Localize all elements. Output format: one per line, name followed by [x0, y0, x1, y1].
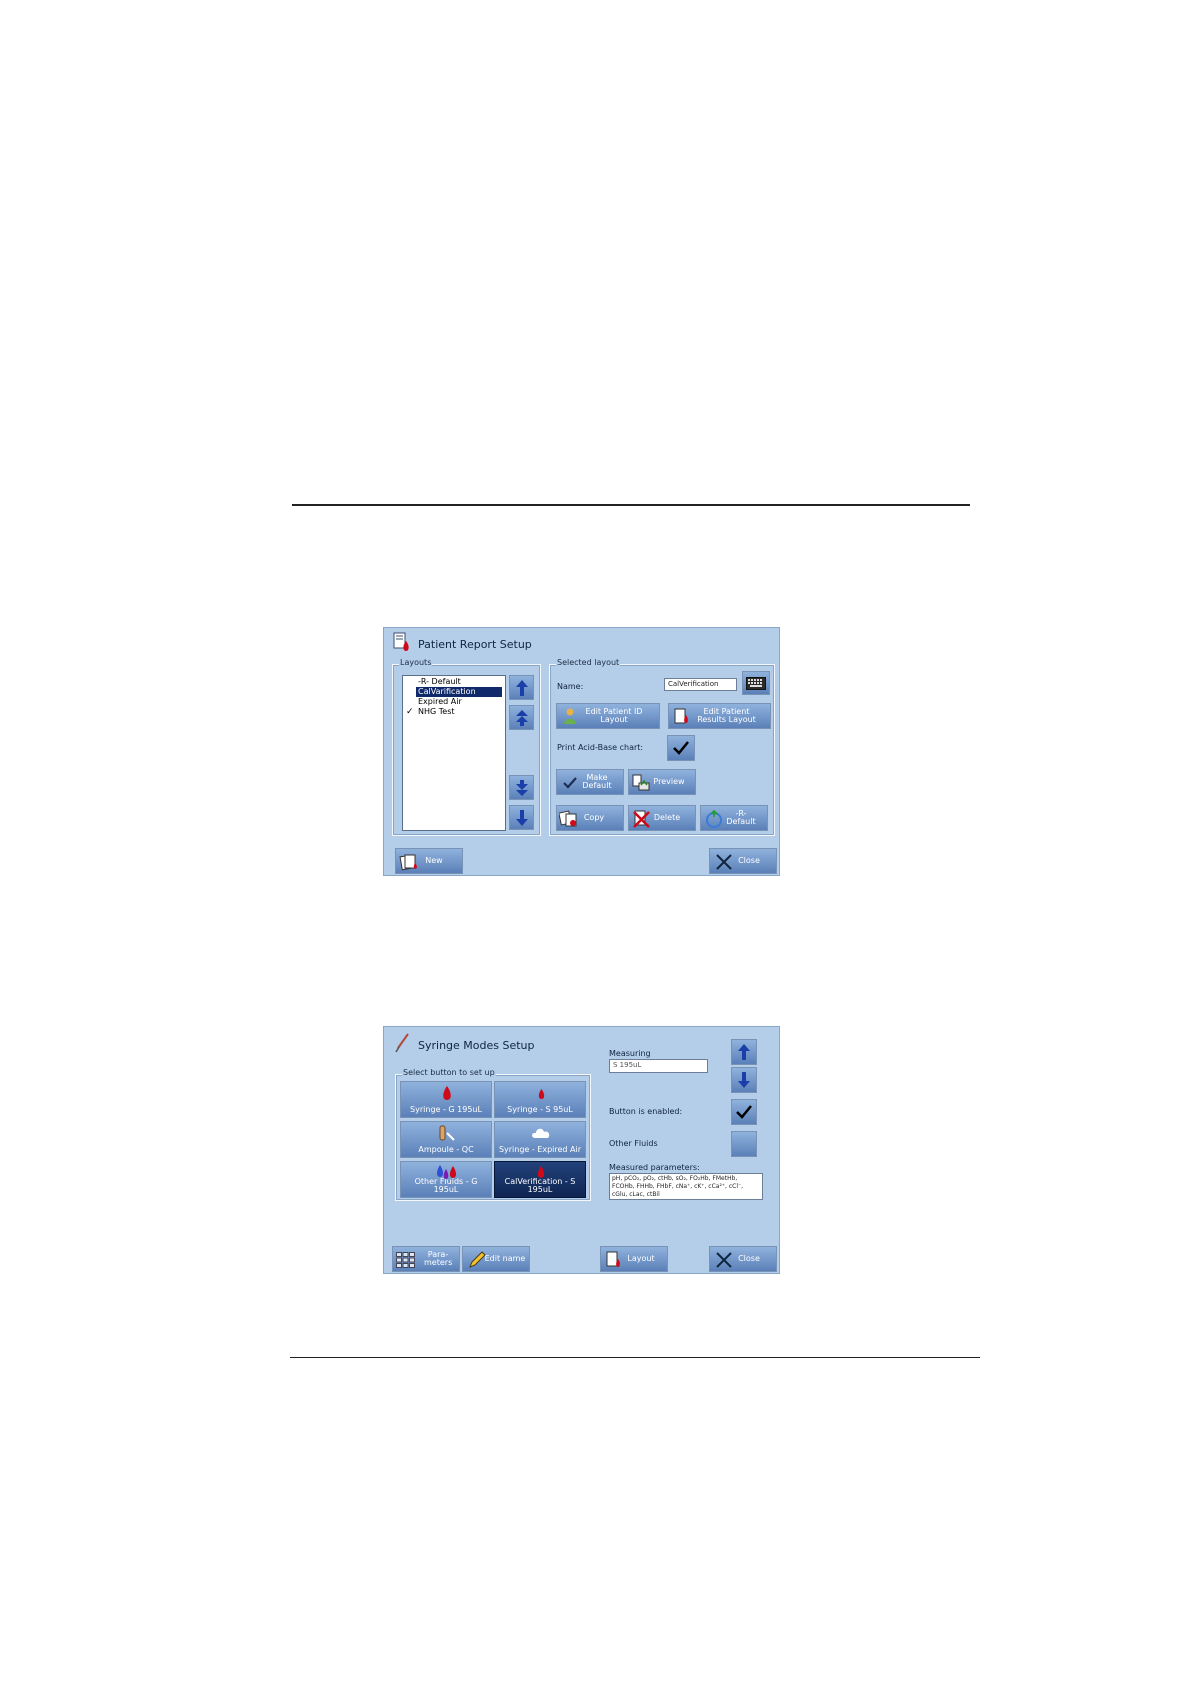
blood-drop-icon: [537, 1166, 545, 1178]
multi-drop-icon: [437, 1165, 456, 1179]
bottom-rule: [290, 1357, 980, 1358]
layout-button[interactable]: Layout: [600, 1246, 668, 1272]
close-button[interactable]: Close: [709, 1246, 777, 1272]
selected-layout-group-label: Selected layout: [556, 658, 621, 667]
move-up-button[interactable]: [731, 1039, 757, 1065]
preview-icon: [632, 774, 650, 791]
arrow-up-icon: [515, 679, 528, 696]
close-icon: [716, 1252, 732, 1268]
print-acid-base-checkbox[interactable]: [667, 735, 695, 761]
close-button[interactable]: Close: [709, 848, 777, 874]
list-item-selected[interactable]: CalVarification: [416, 687, 502, 697]
edit-patient-results-layout-button[interactable]: Edit Patient Results Layout: [668, 703, 771, 729]
preview-button[interactable]: Preview: [628, 769, 696, 795]
close-icon: [716, 854, 732, 870]
r-default-button[interactable]: -R- Default: [700, 805, 768, 831]
button-enabled-label: Button is enabled:: [609, 1107, 683, 1116]
edit-patient-id-layout-button[interactable]: Edit Patient ID Layout: [556, 703, 660, 729]
other-fluids-g-195ul-button[interactable]: Other Fluids - G 195uL: [400, 1161, 492, 1198]
copy-icon: [559, 810, 577, 827]
pencil-icon: [469, 1251, 486, 1268]
move-bottom-button[interactable]: [509, 775, 534, 800]
syringe-s-95ul-button[interactable]: Syringe - S 95uL: [494, 1081, 586, 1118]
window-title: Patient Report Setup: [418, 638, 532, 651]
check-icon: ✓: [406, 707, 414, 717]
syringe-icon: [394, 1033, 410, 1053]
move-down-button[interactable]: [731, 1067, 757, 1093]
arrow-down-icon: [515, 809, 528, 826]
layouts-group: Layouts -R- Default CalVarification Expi…: [392, 658, 541, 836]
syringe-expired-air-button[interactable]: Syringe - Expired Air: [494, 1121, 586, 1158]
name-label: Name:: [557, 682, 584, 691]
checkmark-icon: [673, 741, 689, 755]
parameters-grid-icon: [396, 1252, 415, 1268]
reset-default-icon: [706, 810, 722, 828]
syringe-g-195ul-button[interactable]: Syringe - G 195uL: [400, 1081, 492, 1118]
layouts-group-label: Layouts: [399, 658, 433, 667]
keyboard-icon: [746, 676, 766, 690]
blood-drop-icon: [443, 1086, 451, 1100]
parameters-button[interactable]: Para-meters: [392, 1246, 460, 1272]
edit-name-button[interactable]: Edit name: [462, 1246, 530, 1272]
button-enabled-checkbox[interactable]: [731, 1099, 757, 1125]
checkmark-icon: [563, 777, 577, 789]
name-field[interactable]: CalVerification: [664, 678, 737, 691]
ampoule-qc-button[interactable]: Ampoule - QC: [400, 1121, 492, 1158]
select-button-group-label: Select button to set up: [402, 1068, 496, 1077]
report-icon: [393, 632, 411, 652]
small-blood-drop-icon: [538, 1089, 545, 1099]
delete-icon: [633, 810, 650, 828]
print-acid-base-label: Print Acid-Base chart:: [557, 743, 644, 752]
checkmark-icon: [736, 1105, 752, 1119]
measuring-field: S 195uL: [609, 1059, 708, 1073]
patient-report-setup-window: Patient Report Setup Layouts -R- Default…: [383, 627, 780, 876]
copy-button[interactable]: Copy: [556, 805, 624, 831]
arrow-up-icon: [738, 1044, 750, 1060]
move-up-button[interactable]: [509, 675, 534, 700]
top-rule: [292, 504, 970, 506]
new-document-icon: [399, 854, 417, 871]
measured-parameters-box: pH, pCO₂, pO₂, ctHb, sO₂, FO₂Hb, FMetHb,…: [609, 1173, 763, 1200]
person-icon: [564, 708, 576, 724]
list-item[interactable]: NHG Test: [416, 707, 457, 717]
other-fluids-checkbox[interactable]: [731, 1131, 757, 1157]
selected-layout-group: Selected layout Name: CalVerification Ed…: [549, 658, 775, 836]
ampoule-icon: [439, 1125, 455, 1141]
move-top-button[interactable]: [509, 705, 534, 730]
keyboard-button[interactable]: [742, 671, 770, 695]
syringe-modes-setup-window: Syringe Modes Setup Select button to set…: [383, 1026, 780, 1274]
make-default-button[interactable]: Make Default: [556, 769, 624, 795]
list-item[interactable]: -R- Default: [416, 677, 463, 687]
arrow-down-icon: [738, 1072, 750, 1088]
double-arrow-up-icon: [515, 709, 528, 726]
measured-parameters-label: Measured parameters:: [609, 1163, 700, 1172]
list-item[interactable]: Expired Air: [416, 697, 464, 707]
delete-button[interactable]: Delete: [628, 805, 696, 831]
report-icon: [674, 708, 688, 724]
measuring-label: Measuring: [609, 1049, 651, 1058]
window-title: Syringe Modes Setup: [418, 1039, 535, 1052]
calverification-s-195ul-button[interactable]: CalVerification - S 195uL: [494, 1161, 586, 1198]
other-fluids-label: Other Fluids: [609, 1139, 658, 1148]
new-button[interactable]: New: [395, 848, 463, 874]
move-down-button[interactable]: [509, 805, 534, 830]
cloud-icon: [532, 1128, 550, 1138]
report-icon: [606, 1251, 620, 1267]
double-arrow-down-icon: [515, 779, 528, 796]
select-button-group: Select button to set up Syringe - G 195u…: [395, 1068, 591, 1201]
layouts-list[interactable]: -R- Default CalVarification Expired Air …: [402, 675, 506, 831]
